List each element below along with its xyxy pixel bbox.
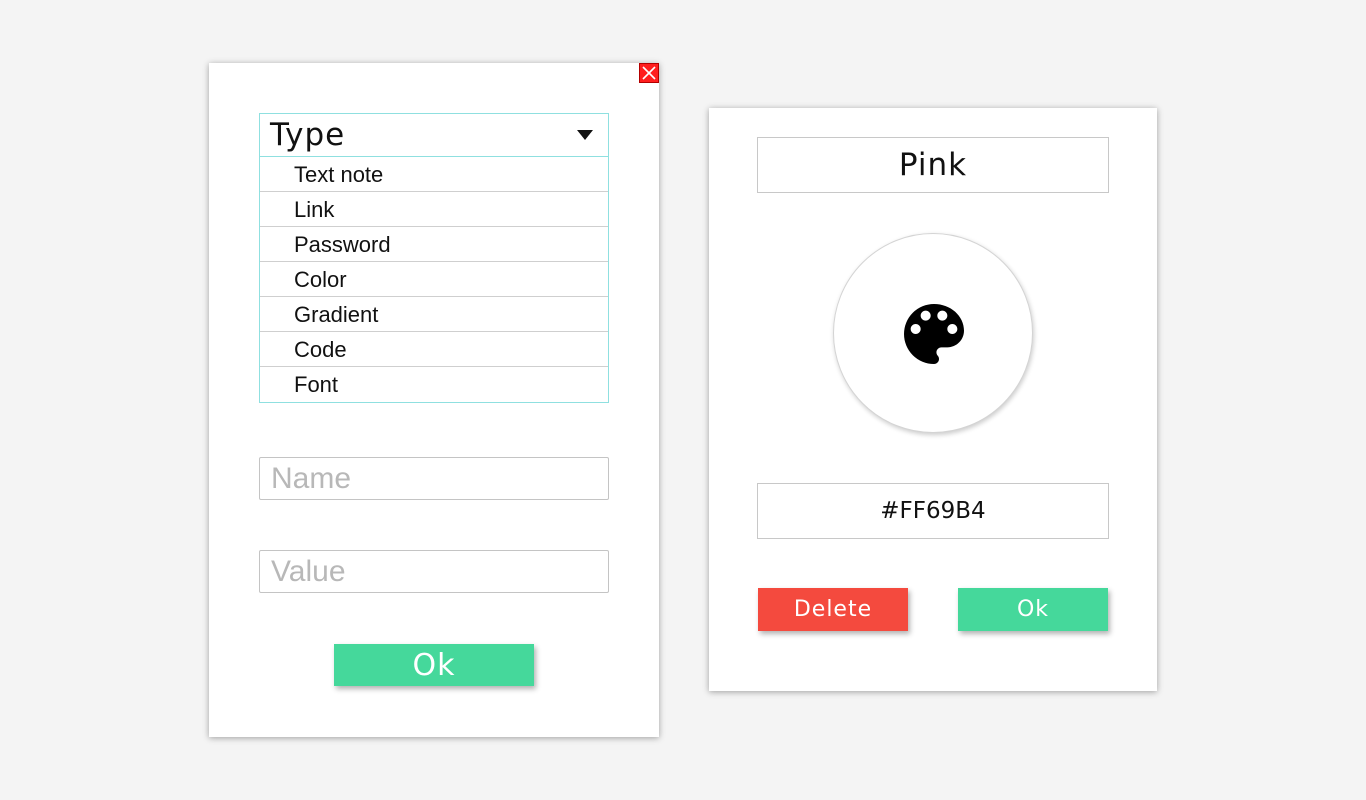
type-dropdown-label: Type <box>270 117 346 153</box>
color-name-field[interactable]: Pink <box>757 137 1109 193</box>
type-options-list: Text note Link Password Color Gradient C… <box>260 157 608 402</box>
type-option-link[interactable]: Link <box>260 192 608 227</box>
ok-button[interactable]: Ok <box>958 588 1108 631</box>
ok-button[interactable]: Ok <box>334 644 534 686</box>
close-button[interactable] <box>639 63 659 83</box>
type-dropdown-header[interactable]: Type <box>260 114 608 157</box>
delete-button[interactable]: Delete <box>758 588 908 631</box>
type-option-font[interactable]: Font <box>260 367 608 402</box>
close-icon <box>642 66 656 80</box>
caret-down-icon <box>577 130 593 140</box>
type-option-gradient[interactable]: Gradient <box>260 297 608 332</box>
value-input[interactable] <box>259 550 609 593</box>
type-option-code[interactable]: Code <box>260 332 608 367</box>
type-dropdown[interactable]: Type Text note Link Password Color Gradi… <box>259 113 609 403</box>
name-input[interactable] <box>259 457 609 500</box>
new-item-dialog: Type Text note Link Password Color Gradi… <box>209 63 659 737</box>
hex-value-field[interactable]: #FF69B4 <box>757 483 1109 539</box>
type-option-password[interactable]: Password <box>260 227 608 262</box>
type-option-text-note[interactable]: Text note <box>260 157 608 192</box>
palette-icon <box>904 304 964 364</box>
color-item-dialog: Pink #FF69B4 Delete Ok <box>709 108 1157 691</box>
color-picker-button[interactable] <box>833 233 1033 433</box>
type-option-color[interactable]: Color <box>260 262 608 297</box>
